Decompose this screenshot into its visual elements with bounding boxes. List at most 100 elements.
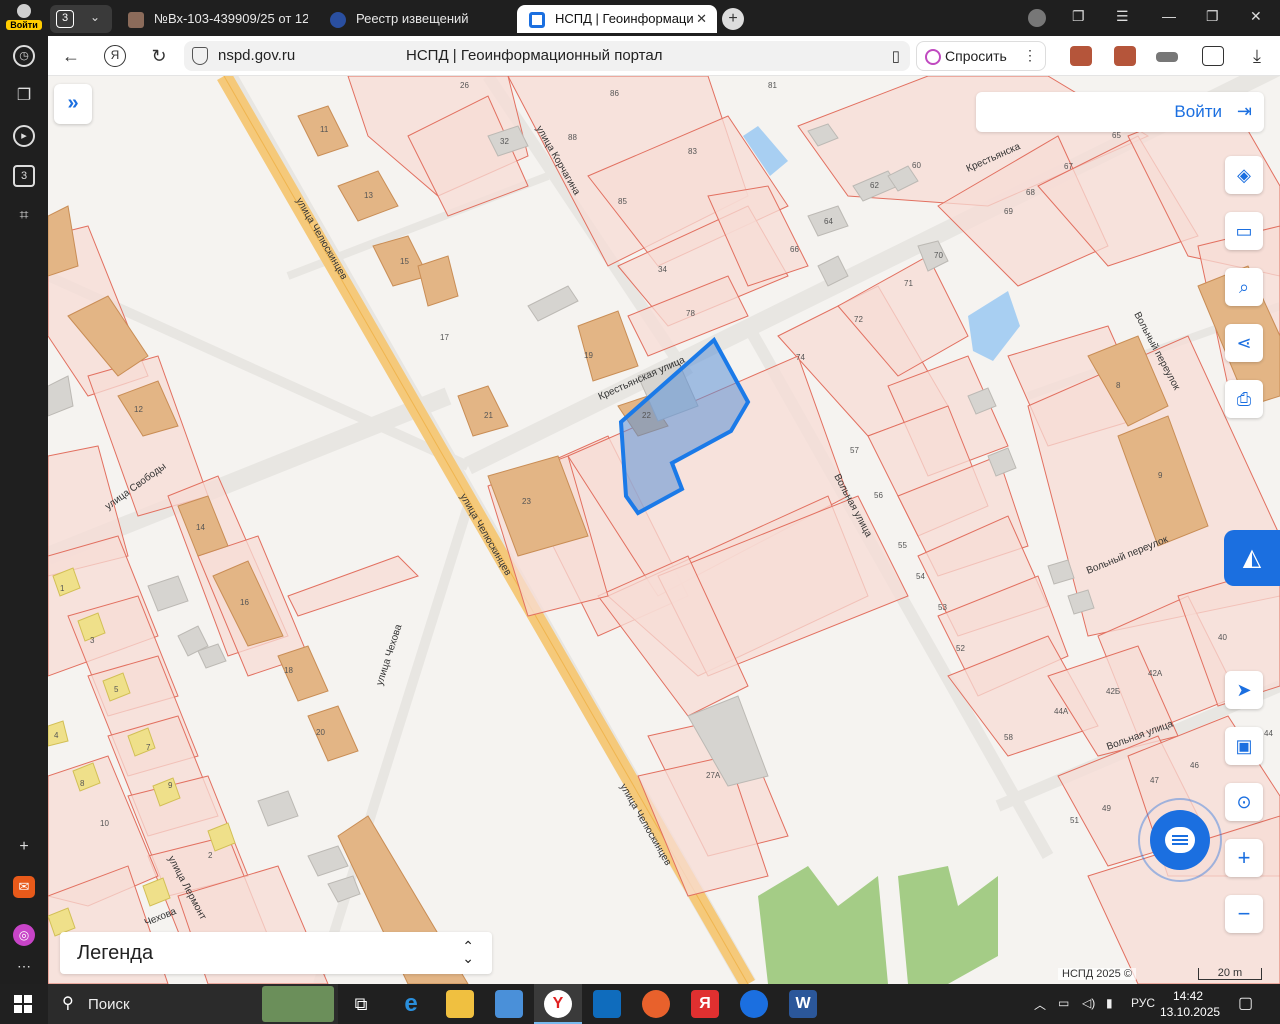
area-search-button[interactable]: ⌕ — [1225, 268, 1263, 306]
house-number: 19 — [584, 351, 593, 360]
more-options-icon[interactable]: ⋮ — [1023, 47, 1037, 64]
close-tab-icon[interactable]: ✕ — [696, 5, 707, 33]
extension-icon[interactable] — [1070, 46, 1092, 66]
house-number: 78 — [686, 309, 695, 318]
play-icon[interactable]: ▸ — [13, 125, 35, 147]
date: 13.10.2025 — [1160, 1005, 1221, 1019]
page-title: НСПД | Геоинформационный портал — [406, 47, 663, 64]
house-number: 52 — [956, 644, 965, 653]
ask-button[interactable]: Спросить ⋮ — [916, 41, 1046, 71]
tab-group-button[interactable]: 3 ⌄ — [50, 5, 112, 33]
clock[interactable]: 14:42 13.10.2025 — [1160, 988, 1221, 1020]
word-icon[interactable]: W — [789, 990, 817, 1018]
legend-label: Легенда — [77, 942, 154, 964]
tab-nspd[interactable]: НСПД | Геоинформаци ✕ — [517, 5, 717, 33]
expand-panel-button[interactable]: » — [54, 84, 92, 124]
profile-icon[interactable] — [1028, 9, 1046, 27]
yandex-icon[interactable]: Я — [691, 990, 719, 1018]
map-login-button[interactable]: Войти ⇥ — [976, 92, 1264, 132]
menu-icon[interactable]: ☰ — [1116, 8, 1129, 25]
house-number: 23 — [522, 497, 531, 506]
house-number: 26 — [460, 81, 469, 90]
share-button[interactable]: ⋖ — [1225, 324, 1263, 362]
address-bar[interactable]: nspd.gov.ru НСПД | Геоинформационный пор… — [184, 41, 910, 71]
map-canvas[interactable]: улица Челюскинцев улица Челюскинцев улиц… — [48, 76, 1280, 984]
extension-icon[interactable] — [1114, 46, 1136, 66]
tabs-overview-icon[interactable]: ❐ — [1072, 8, 1085, 25]
house-number: 12 — [134, 405, 143, 414]
house-number: 83 — [688, 147, 697, 156]
login-label: Войти — [1174, 102, 1222, 121]
download-icon[interactable]: ⤓ — [1246, 45, 1268, 67]
house-number: 49 — [1102, 804, 1111, 813]
house-number: 67 — [1064, 162, 1073, 171]
explorer-icon[interactable] — [446, 990, 474, 1018]
scale-bar: 20 m — [1198, 968, 1262, 980]
nspd-logo-button[interactable]: ◭ — [1224, 530, 1280, 586]
notifications-icon[interactable]: ▢ — [1238, 993, 1253, 1013]
volume-icon[interactable]: ◁) — [1082, 996, 1095, 1010]
ask-icon — [925, 49, 941, 65]
store-icon[interactable] — [495, 990, 523, 1018]
more-icon[interactable]: ⋯ — [13, 955, 35, 977]
chat-icon — [1165, 827, 1195, 853]
zoom-out-button[interactable]: − — [1225, 895, 1263, 933]
task-view-icon[interactable]: ⧉ — [347, 990, 375, 1018]
history-icon[interactable]: ◷ — [13, 45, 35, 67]
tab-notices-registry[interactable]: Реестр извещений — [330, 5, 510, 33]
tab-bar: 3 ⌄ №Вх-103-439909/25 от 12 Реестр извещ… — [48, 0, 1280, 36]
minimize-icon[interactable]: — — [1162, 8, 1176, 24]
back-icon[interactable]: ← — [60, 45, 82, 67]
map-viewport[interactable]: улица Челюскинцев улица Челюскинцев улиц… — [48, 76, 1280, 984]
close-window-icon[interactable]: ✕ — [1250, 8, 1262, 25]
edge-icon[interactable]: e — [397, 990, 425, 1018]
restore-icon[interactable]: ❐ — [1206, 8, 1219, 25]
house-number: 71 — [904, 279, 913, 288]
zoom-to-location-button[interactable]: ⊙ — [1225, 783, 1263, 821]
reload-icon[interactable]: ↻ — [148, 45, 170, 67]
house-number: 44А — [1054, 707, 1069, 716]
sidebar-tab-group-button[interactable]: 3 — [13, 165, 35, 187]
ruler-button[interactable]: ▭ — [1225, 212, 1263, 250]
collections-icon[interactable]: ❐ — [13, 85, 35, 107]
house-number: 65 — [1112, 131, 1121, 140]
chat-button[interactable] — [1138, 798, 1222, 882]
microphone-icon[interactable]: ▮ — [1106, 996, 1113, 1010]
firefox-icon[interactable] — [642, 990, 670, 1018]
print-button[interactable]: ⎙ — [1225, 380, 1263, 418]
house-number: 7 — [146, 743, 151, 752]
tab-incoming-document[interactable]: №Вх-103-439909/25 от 12 — [128, 5, 308, 33]
alice-icon[interactable]: ◎ — [13, 924, 35, 946]
house-number: 68 — [1026, 188, 1035, 197]
legend-dropdown[interactable]: Легенда ⌃ ⌄ — [60, 932, 492, 974]
yandex-icon[interactable]: Я — [104, 45, 126, 67]
sidebar-login-button[interactable]: Войти — [6, 4, 42, 34]
screenshot-icon[interactable]: ⌗ — [13, 205, 35, 227]
tray-chevron-icon[interactable]: ︿ — [1034, 996, 1046, 1013]
house-number: 62 — [870, 181, 879, 190]
windows-start-icon[interactable] — [14, 995, 32, 1013]
language-indicator[interactable]: РУС — [1131, 996, 1155, 1010]
layers-button[interactable]: ◈ — [1225, 156, 1263, 194]
navigation-bar: ← Я ↻ nspd.gov.ru НСПД | Геоинформационн… — [48, 36, 1280, 76]
zoom-in-button[interactable]: + — [1225, 839, 1263, 877]
new-tab-button[interactable]: + — [722, 8, 744, 30]
add-icon[interactable]: + — [13, 836, 35, 858]
geolocation-button[interactable]: ➤ — [1225, 671, 1263, 709]
screen: Войти ◷ ❐ ▸ 3 ⌗ + ✉ ◎ ⋯ 3 ⌄ №Вх-103-4399… — [0, 0, 1280, 1024]
bookmark-icon[interactable]: ▯ — [892, 47, 900, 65]
mail-icon[interactable]: ✉ — [13, 876, 35, 898]
time: 14:42 — [1172, 989, 1204, 1003]
yandex-browser-icon[interactable]: Y — [544, 990, 572, 1018]
outlook-icon[interactable] — [593, 990, 621, 1018]
network-icon[interactable]: ▭ — [1058, 996, 1069, 1010]
extension-icon[interactable] — [1156, 52, 1178, 62]
tab-title: НСПД | Геоинформаци — [555, 11, 694, 26]
minimap-button[interactable]: ▣ — [1225, 727, 1263, 765]
sidebar-login-label: Войти — [6, 20, 42, 30]
taskbar-search[interactable]: ⚲ Поиск — [48, 984, 338, 1024]
house-number: 13 — [364, 191, 373, 200]
house-number: 69 — [1004, 207, 1013, 216]
app-icon[interactable] — [740, 990, 768, 1018]
extensions-icon[interactable] — [1202, 46, 1224, 66]
